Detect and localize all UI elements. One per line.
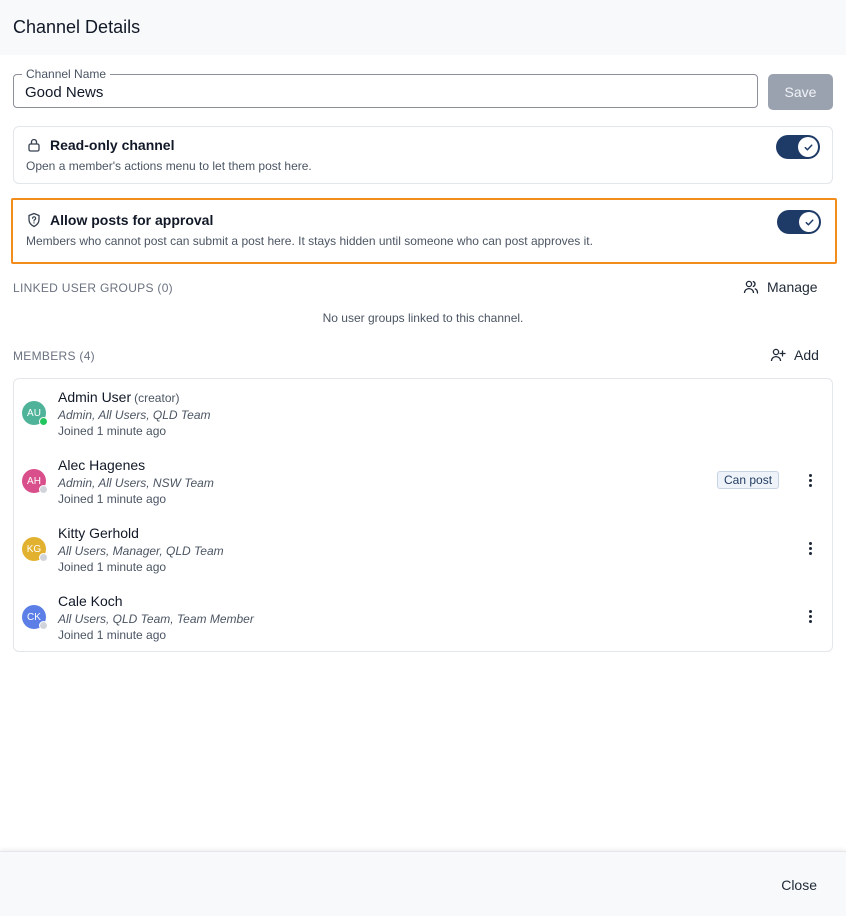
member-actions-menu-icon[interactable] [802,472,818,488]
approval-description: Members who cannot post can submit a pos… [26,234,593,248]
user-plus-icon [770,348,786,362]
read-only-toggle[interactable] [776,135,820,159]
member-groups: All Users, QLD Team, Team Member [58,612,254,626]
member-groups: Admin, All Users, NSW Team [58,476,214,490]
member-groups: Admin, All Users, QLD Team [58,408,211,422]
users-icon [743,280,759,294]
member-joined: Joined 1 minute ago [58,560,167,574]
member-name: Alec Hagenes [58,457,146,473]
read-only-setting: Read-only channel Open a member's action… [13,126,833,184]
member-row-cale-koch: CK Cale Koch All Users, QLD Team, Team M… [14,583,832,651]
status-dot [39,553,48,562]
members-label: MEMBERS (4) [13,349,95,363]
close-button[interactable]: Close [781,877,817,893]
status-dot [39,621,48,630]
member-row-admin-user: AU Admin User (creator) Admin, All Users,… [14,379,832,447]
member-row-alec-hagenes: AH Alec Hagenes Admin, All Users, NSW Te… [14,447,832,515]
dialog-title: Channel Details [13,17,141,37]
lock-icon [28,138,40,152]
check-icon [804,143,812,151]
approval-toggle[interactable] [777,210,821,234]
member-groups: All Users, Manager, QLD Team [58,544,224,558]
member-row-kitty-gerhold: KG Kitty Gerhold All Users, Manager, QLD… [14,515,832,583]
channel-name-value[interactable]: Good News [25,84,103,101]
channel-name-field[interactable]: Channel Name Good News [13,67,758,108]
dialog-header: Channel Details [0,0,846,55]
avatar-initials: CK [27,611,41,623]
avatar: KG [22,537,48,562]
channel-name-label: Channel Name [22,67,111,81]
save-button[interactable]: Save [768,74,833,110]
status-dot [39,485,48,494]
shield-question-icon [28,212,40,228]
status-dot [39,417,48,426]
member-joined: Joined 1 minute ago [58,628,167,642]
read-only-title: Read-only channel [50,137,175,153]
member-name-text: Admin User [58,389,132,405]
creator-tag: (creator) [134,391,180,405]
toggle-knob [798,137,818,157]
check-icon [805,218,813,226]
member-name: Cale Koch [58,593,123,609]
can-post-badge: Can post [717,471,780,489]
avatar-initials: AU [27,407,41,419]
read-only-description: Open a member's actions menu to let them… [26,159,312,173]
avatar-initials: KG [26,543,42,555]
member-joined: Joined 1 minute ago [58,424,167,438]
member-name: Admin User (creator) [58,389,179,405]
manage-label: Manage [767,279,818,295]
avatar: AH [22,469,48,494]
linked-groups-empty: No user groups linked to this channel. [322,311,524,325]
dialog-footer: Close [0,851,846,916]
linked-groups-label: LINKED USER GROUPS (0) [13,281,173,295]
avatar: AU [22,401,48,426]
toggle-knob [799,212,819,232]
member-actions-menu-icon[interactable] [802,540,818,556]
member-joined: Joined 1 minute ago [58,492,167,506]
add-member-button[interactable]: Add [770,347,819,363]
member-actions-menu-icon[interactable] [802,608,818,624]
members-list: AU Admin User (creator) Admin, All Users,… [13,378,833,652]
approval-title: Allow posts for approval [50,212,214,228]
member-name: Kitty Gerhold [58,525,139,541]
add-label: Add [794,347,819,363]
avatar: CK [22,605,48,630]
manage-groups-button[interactable]: Manage [743,279,818,295]
approval-setting: Allow posts for approval Members who can… [11,198,837,264]
avatar-initials: AH [27,475,41,487]
